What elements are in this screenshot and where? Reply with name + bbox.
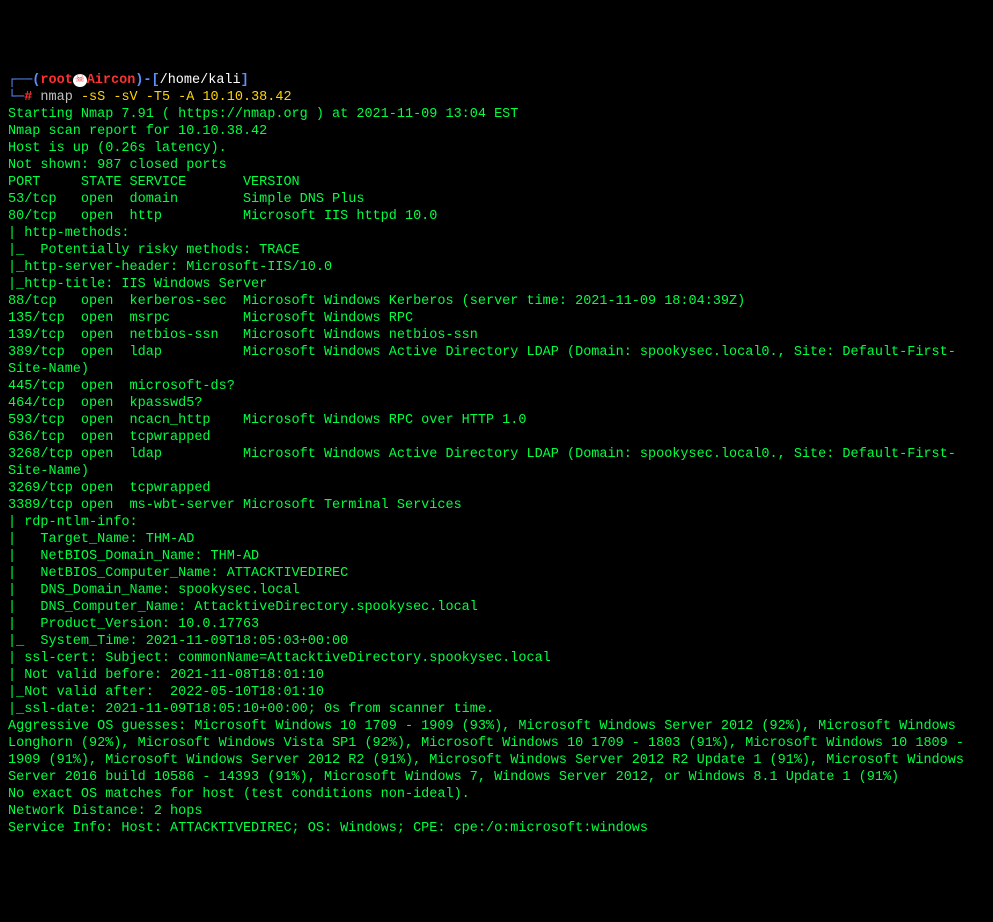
output-line: 636/tcp open tcpwrapped (8, 429, 985, 446)
output-line: 139/tcp open netbios-ssn Microsoft Windo… (8, 327, 985, 344)
output-line: | Target_Name: THM-AD (8, 531, 985, 548)
output-line: 3268/tcp open ldap Microsoft Windows Act… (8, 446, 985, 480)
output-line: | NetBIOS_Computer_Name: ATTACKTIVEDIREC (8, 565, 985, 582)
output-line: 593/tcp open ncacn_http Microsoft Window… (8, 412, 985, 429)
prompt-corner: ┌──( (8, 73, 40, 88)
output-line: | ssl-cert: Subject: commonName=Attackti… (8, 650, 985, 667)
output-line: 3269/tcp open tcpwrapped (8, 480, 985, 497)
output-line: | Product_Version: 10.0.17763 (8, 616, 985, 633)
output-line: 3389/tcp open ms-wbt-server Microsoft Te… (8, 497, 985, 514)
output-table-header: PORT STATE SERVICE VERSION (8, 174, 985, 191)
terminal-output[interactable]: ┌──(root☠Aircon)-[/home/kali]└─# nmap -s… (8, 72, 985, 837)
prompt-line-2: └─# nmap -sS -sV -T5 -A 10.10.38.42 (8, 89, 985, 106)
output-line: Nmap scan report for 10.10.38.42 (8, 123, 985, 140)
output-line: |_Not valid after: 2022-05-10T18:01:10 (8, 684, 985, 701)
output-line: Network Distance: 2 hops (8, 803, 985, 820)
command-args: -sS -sV -T5 -A 10.10.38.42 (81, 90, 292, 105)
output-line: 80/tcp open http Microsoft IIS httpd 10.… (8, 208, 985, 225)
output-line: Not shown: 987 closed ports (8, 157, 985, 174)
prompt-close: ] (241, 73, 249, 88)
prompt-cwd: /home/kali (160, 73, 241, 88)
output-line: | DNS_Domain_Name: spookysec.local (8, 582, 985, 599)
output-line: 445/tcp open microsoft-ds? (8, 378, 985, 395)
output-line: No exact OS matches for host (test condi… (8, 786, 985, 803)
output-line: | Not valid before: 2021-11-08T18:01:10 (8, 667, 985, 684)
prompt-sep: )-[ (135, 73, 159, 88)
output-line: 88/tcp open kerberos-sec Microsoft Windo… (8, 293, 985, 310)
output-line: |_ Potentially risky methods: TRACE (8, 242, 985, 259)
output-line: | NetBIOS_Domain_Name: THM-AD (8, 548, 985, 565)
skull-icon: ☠ (73, 74, 87, 87)
output-line: Host is up (0.26s latency). (8, 140, 985, 157)
output-line: |_ssl-date: 2021-11-09T18:05:10+00:00; 0… (8, 701, 985, 718)
prompt-line-1: ┌──(root☠Aircon)-[/home/kali] (8, 72, 985, 89)
output-line: Starting Nmap 7.91 ( https://nmap.org ) … (8, 106, 985, 123)
prompt-user: root (40, 73, 72, 88)
output-line: Service Info: Host: ATTACKTIVEDIREC; OS:… (8, 820, 985, 837)
command-name: nmap (40, 90, 72, 105)
prompt-corner2: └─ (8, 90, 24, 105)
output-line: 135/tcp open msrpc Microsoft Windows RPC (8, 310, 985, 327)
output-line: |_http-server-header: Microsoft-IIS/10.0 (8, 259, 985, 276)
output-line: | rdp-ntlm-info: (8, 514, 985, 531)
output-line: |_ System_Time: 2021-11-09T18:05:03+00:0… (8, 633, 985, 650)
output-line: |_http-title: IIS Windows Server (8, 276, 985, 293)
output-line: Aggressive OS guesses: Microsoft Windows… (8, 718, 985, 786)
output-line: 53/tcp open domain Simple DNS Plus (8, 191, 985, 208)
prompt-host: Aircon (87, 73, 136, 88)
output-line: 464/tcp open kpasswd5? (8, 395, 985, 412)
output-line: 389/tcp open ldap Microsoft Windows Acti… (8, 344, 985, 378)
output-line: | http-methods: (8, 225, 985, 242)
output-line: | DNS_Computer_Name: AttacktiveDirectory… (8, 599, 985, 616)
